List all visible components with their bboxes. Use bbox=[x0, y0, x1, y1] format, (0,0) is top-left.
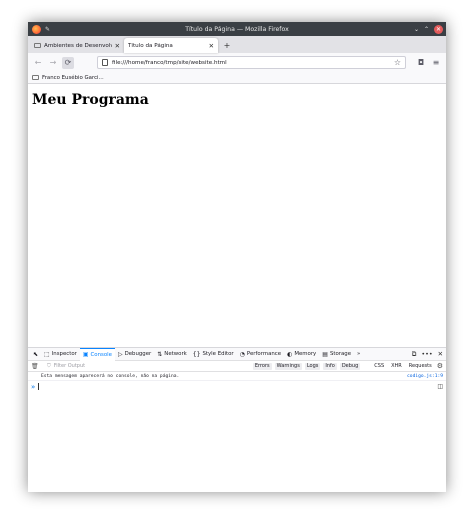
tab-close-icon[interactable]: ✕ bbox=[209, 42, 214, 50]
console-settings-gear-icon[interactable]: ⚙ bbox=[437, 362, 443, 370]
filter-xhr[interactable]: XHR bbox=[389, 363, 404, 370]
window-close-icon[interactable]: ✕ bbox=[434, 24, 443, 34]
tab-label: Memory bbox=[294, 351, 317, 357]
tab-label: Título da Página bbox=[128, 42, 173, 49]
filter-icon: ⛉ bbox=[47, 363, 51, 369]
tab-inspector[interactable]: ⬚ Inspector bbox=[41, 348, 80, 361]
console-message: Esta mensagem aparecerá no console, não … bbox=[28, 372, 446, 381]
console-input[interactable]: » ◫ bbox=[28, 381, 446, 392]
tab-storage[interactable]: ▤ Storage bbox=[319, 348, 354, 361]
filter-errors[interactable]: Errors bbox=[252, 362, 272, 370]
tab-titulo-da-pagina[interactable]: Título da Página ✕ bbox=[124, 38, 218, 53]
more-options-icon[interactable]: ••• bbox=[421, 350, 432, 358]
bookmark-favicon-icon bbox=[32, 75, 39, 80]
storage-icon: ▤ bbox=[322, 350, 328, 358]
page-icon bbox=[102, 59, 108, 66]
performance-icon: ◔ bbox=[239, 350, 245, 358]
page-heading: Meu Programa bbox=[32, 92, 149, 108]
prompt-chevron-icon: » bbox=[31, 382, 36, 391]
tab-ambientes[interactable]: Ambientes de Desenvolvimen ✕ bbox=[30, 38, 124, 53]
inspector-icon: ⬚ bbox=[44, 350, 50, 358]
tab-performance[interactable]: ◔ Performance bbox=[237, 348, 284, 361]
filter-output-input[interactable]: ⛉ Filter Output bbox=[43, 363, 250, 369]
navigation-toolbar: ← → ⟳ file:///home/franco/tmp/site/websi… bbox=[28, 53, 446, 72]
maximize-icon[interactable]: ⌃ bbox=[424, 26, 429, 33]
forward-button[interactable]: → bbox=[47, 57, 59, 69]
bookmark-star-icon[interactable]: ☆ bbox=[394, 58, 401, 67]
memory-icon: ◐ bbox=[287, 350, 293, 358]
tab-close-icon[interactable]: ✕ bbox=[115, 42, 120, 50]
tab-label: Performance bbox=[246, 351, 282, 357]
tab-console[interactable]: ▣ Console bbox=[79, 347, 115, 361]
tab-label: Inspector bbox=[51, 351, 77, 357]
devtools-close-icon[interactable]: ✕ bbox=[438, 350, 443, 358]
bookmarks-toolbar: Franco Eusébio Garci... bbox=[28, 72, 446, 84]
tab-style-editor[interactable]: {} Style Editor bbox=[190, 348, 237, 361]
editor-mode-icon[interactable]: ◫ bbox=[437, 383, 443, 390]
filter-placeholder: Filter Output bbox=[53, 363, 86, 369]
tab-label: Storage bbox=[329, 351, 352, 357]
bookmark-item[interactable]: Franco Eusébio Garci... bbox=[42, 75, 104, 81]
text-caret bbox=[38, 383, 40, 390]
reload-button[interactable]: ⟳ bbox=[62, 56, 74, 69]
tab-label: Style Editor bbox=[202, 351, 234, 357]
minimize-icon[interactable]: ⌄ bbox=[414, 26, 419, 33]
filter-info[interactable]: Info bbox=[323, 362, 337, 370]
firefox-window: ✎ Título da Página — Mozilla Firefox ⌄ ⌃… bbox=[28, 22, 446, 492]
element-picker-icon[interactable]: ⬉ bbox=[30, 348, 41, 361]
filter-logs[interactable]: Logs bbox=[304, 362, 321, 370]
tab-memory[interactable]: ◐ Memory bbox=[284, 348, 319, 361]
pin-icon[interactable]: ✎ bbox=[45, 26, 50, 33]
devtools-tabs: ⬉ ⬚ Inspector ▣ Console ▷ Debugger ⇅ Network… bbox=[28, 347, 446, 361]
overflow-chevron-icon[interactable]: » bbox=[354, 348, 363, 361]
tab-label: Console bbox=[90, 351, 112, 358]
debugger-icon: ▷ bbox=[117, 350, 123, 358]
menu-icon[interactable]: ≡ bbox=[430, 57, 442, 69]
devtools-panel: ⬉ ⬚ Inspector ▣ Console ▷ Debugger ⇅ Network… bbox=[28, 347, 446, 492]
tab-label: Debugger bbox=[124, 351, 152, 357]
url-text[interactable]: file:///home/franco/tmp/site/website.htm… bbox=[112, 60, 227, 66]
tab-debugger[interactable]: ▷ Debugger bbox=[115, 348, 154, 361]
page-content: Meu Programa bbox=[28, 84, 446, 347]
tab-label: Ambientes de Desenvolvimen bbox=[44, 42, 112, 49]
filter-debug[interactable]: Debug bbox=[339, 362, 361, 370]
clear-console-icon[interactable]: 🗑 bbox=[31, 363, 40, 370]
console-filter-bar: 🗑 ⛉ Filter Output Errors Warnings Logs In… bbox=[28, 361, 446, 372]
filter-requests[interactable]: Requests bbox=[407, 363, 434, 370]
back-button[interactable]: ← bbox=[32, 57, 44, 69]
title-bar: ✎ Título da Página — Mozilla Firefox ⌄ ⌃… bbox=[28, 22, 446, 36]
console-source-link[interactable]: codigo.js:1:9 bbox=[407, 374, 443, 379]
filter-css[interactable]: CSS bbox=[372, 363, 386, 370]
dock-icon[interactable]: ⧉ bbox=[412, 350, 417, 359]
tab-network[interactable]: ⇅ Network bbox=[154, 348, 190, 361]
window-title: Título da Página — Mozilla Firefox bbox=[185, 25, 289, 33]
new-tab-button[interactable]: + bbox=[221, 38, 233, 53]
style-editor-icon: {} bbox=[192, 350, 201, 358]
console-empty-area[interactable] bbox=[28, 392, 446, 492]
console-message-text: Esta mensagem aparecerá no console, não … bbox=[41, 373, 180, 379]
network-icon: ⇅ bbox=[157, 350, 163, 358]
firefox-logo-icon bbox=[32, 24, 41, 34]
console-icon: ▣ bbox=[82, 351, 89, 358]
url-bar[interactable]: file:///home/franco/tmp/site/website.htm… bbox=[97, 56, 406, 69]
tab-strip: Ambientes de Desenvolvimen ✕ Título da P… bbox=[28, 36, 446, 53]
pocket-icon[interactable]: ◘ bbox=[415, 57, 427, 69]
page-favicon-icon bbox=[34, 43, 41, 48]
filter-warnings[interactable]: Warnings bbox=[274, 362, 302, 370]
tab-label: Network bbox=[164, 351, 187, 357]
